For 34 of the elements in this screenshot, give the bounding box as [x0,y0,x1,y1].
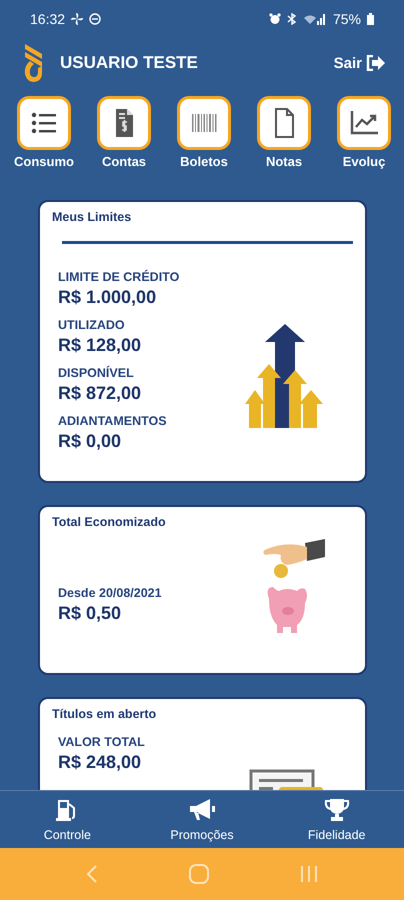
signal-icon [302,13,325,25]
nav-tab[interactable]: Controle [0,791,135,848]
field-label: ADIANTAMENTOS [58,414,168,428]
field-label: VALOR TOTAL [58,735,146,749]
card-title: Total Economizado [52,515,167,529]
field-label: Desde 20/08/2021 [58,586,163,600]
user-name: USUARIO TESTE [60,53,199,73]
logout-icon [366,55,386,71]
do-not-disturb-icon [89,13,102,25]
recent-apps-icon[interactable] [300,865,318,883]
battery-icon [367,13,374,25]
trophy-icon [324,798,350,822]
fan-icon [71,13,84,25]
card-title: Títulos em aberto [52,707,158,721]
megaphone-icon [188,798,216,822]
back-icon[interactable] [86,865,98,883]
field-label: DISPONÍVEL [58,366,135,380]
nav-tab[interactable]: Fidelidade [269,791,404,848]
field-value: R$ 0,50 [58,602,122,624]
field-value: R$ 128,00 [58,335,142,356]
field-label: UTILIZADO [58,318,126,332]
home-icon[interactable] [188,864,209,884]
field-value: R$ 1.000,00 [58,287,158,308]
nav-tab[interactable]: Promoções [134,791,270,848]
field-value: R$ 872,00 [58,383,142,404]
bluetooth-icon [286,13,297,25]
logout-button[interactable]: Sair [332,52,388,74]
battery-level: 75% [332,11,361,27]
card-title: Meus Limites [52,210,132,224]
clock-time: 16:32 [30,11,66,27]
alarm-icon [268,13,281,25]
field-value: R$ 0,00 [58,431,122,452]
field-label: LIMITE DE CRÉDITO [58,270,180,284]
field-value: R$ 248,00 [58,752,142,773]
